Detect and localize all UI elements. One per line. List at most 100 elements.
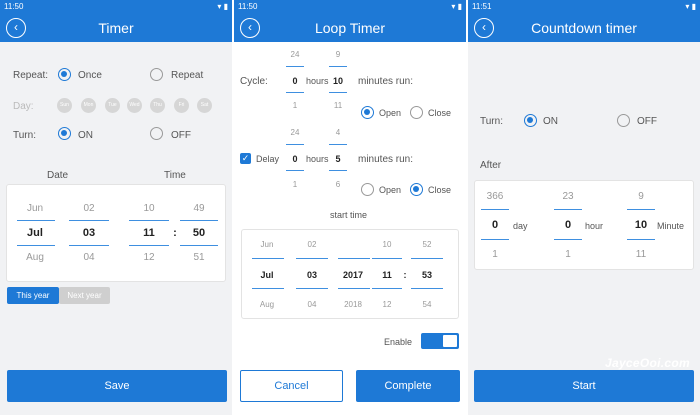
delay-hours-next: 1 [292,180,298,189]
day-fri[interactable]: Fri [174,98,189,113]
wheel-line [17,220,55,221]
wheel-line [329,92,347,93]
wheel-line [338,258,370,259]
back-arrow-icon[interactable]: ‹ [240,18,260,38]
date-time-picker[interactable]: Jun Jul Aug 02 03 04 10 11 12 : 49 50 51 [6,184,226,282]
cd-minute-selected[interactable]: 10 [625,219,657,231]
st-day-selected[interactable]: 03 [295,270,329,280]
wheel-line [286,92,304,93]
st-minute-selected[interactable]: 53 [410,270,444,280]
cancel-button[interactable]: Cancel [240,370,343,402]
day-tue[interactable]: Tue [105,98,120,113]
cycle-hours-selected[interactable]: 0 [284,76,306,86]
minute-selected[interactable]: 50 [177,227,221,239]
day-thu[interactable]: Thu [150,98,165,113]
enable-toggle[interactable] [421,333,459,349]
day-next: 04 [83,252,95,263]
st-year-next: 2018 [344,300,362,309]
day-sun[interactable]: Sun [57,98,72,113]
turn-on-radio[interactable] [524,114,537,127]
complete-button[interactable]: Complete [356,370,460,402]
day-wed[interactable]: Wed [127,98,142,113]
wheel-line [481,209,509,210]
day-selected[interactable]: 03 [67,227,111,239]
day-mon[interactable]: Mon [81,98,96,113]
cycle-minutes-selected[interactable]: 10 [327,76,349,86]
wheel-line [329,170,347,171]
delay-close-radio[interactable] [410,183,423,196]
start-time-picker[interactable]: Jun Jul Aug 02 03 04 2017 2018 10 11 12 … [241,229,459,319]
delay-open-radio[interactable] [361,183,374,196]
save-button[interactable]: Save [7,370,227,402]
start-button[interactable]: Start [474,370,694,402]
delay-hours-unit: hours [306,154,329,164]
wheel-line [252,258,284,259]
cd-day-unit: day [513,221,528,231]
turn-on-label: ON [543,116,558,127]
month-prev: Jun [26,203,44,214]
delay-hours-prev: 24 [290,128,300,137]
wheel-line [17,245,55,246]
signal-battery-icon: ▾ ▮ [217,2,228,11]
cycle-open-radio[interactable] [361,106,374,119]
delay-minutes-selected[interactable]: 5 [327,154,349,164]
month-selected[interactable]: Jul [13,227,57,239]
once-radio[interactable] [58,68,71,81]
st-minute-prev: 52 [422,240,432,249]
back-arrow-icon[interactable]: ‹ [6,18,26,38]
st-day-prev: 02 [307,240,317,249]
hour-selected[interactable]: 11 [127,227,171,239]
cd-day-selected[interactable]: 0 [479,219,511,231]
wheel-line [286,144,304,145]
turn-off-label: OFF [637,116,657,127]
turn-off-label: OFF [171,130,191,141]
cycle-close-radio[interactable] [410,106,423,119]
enable-label: Enable [384,337,413,347]
st-month-selected[interactable]: Jul [250,270,284,280]
countdown-picker[interactable]: 366 0 1 day 23 0 1 hour 9 10 11 Minute [474,180,694,270]
wheel-line [286,170,304,171]
repeat-label: Repeat: [13,70,49,81]
wheel-line [329,144,347,145]
time-label: Time [164,170,186,181]
delay-minutes-run-label: minutes run: [358,154,414,165]
back-arrow-icon[interactable]: ‹ [474,18,494,38]
hour-prev: 10 [143,203,155,214]
delay-checkbox-icon[interactable]: ✓ [240,153,251,164]
repeat-radio[interactable] [150,68,163,81]
turn-off-radio[interactable] [150,127,163,140]
st-colon: : [403,270,407,280]
wheel-line [286,66,304,67]
loop-timer-screen: 11:50 ▾ ▮ ‹ Loop Timer Cycle: 24 0 1 hour… [234,0,466,415]
header: ‹ Countdown timer [468,14,700,42]
wheel-line [372,258,402,259]
repeat-option-label: Repeat [171,70,204,81]
wheel-line [554,209,582,210]
delay-minutes-next: 6 [335,180,341,189]
turn-off-radio[interactable] [617,114,630,127]
wheel-line [129,220,169,221]
st-hour-selected[interactable]: 11 [370,270,404,280]
day-prev: 02 [83,203,95,214]
delay-hours-selected[interactable]: 0 [284,154,306,164]
next-year-button[interactable]: Next year [59,287,110,304]
wheel-line [180,245,218,246]
this-year-button[interactable]: This year [7,287,59,304]
page-title: Loop Timer [314,20,386,36]
turn-on-label: ON [78,130,93,141]
cd-hour-next: 1 [565,249,571,260]
page-title: Countdown timer [531,20,637,36]
cd-hour-unit: hour [585,221,604,231]
cycle-hours-prev: 24 [290,50,300,59]
cd-minute-unit: Minute [657,221,685,231]
st-year-selected[interactable]: 2017 [336,270,370,280]
turn-on-radio[interactable] [58,127,71,140]
delay-label: Delay [256,154,280,164]
cd-hour-prev: 23 [562,191,574,202]
status-time: 11:50 [238,2,258,11]
st-minute-next: 54 [422,300,432,309]
day-sat[interactable]: Sat [197,98,212,113]
signal-battery-icon: ▾ ▮ [451,2,462,11]
wheel-line [372,288,402,289]
cd-hour-selected[interactable]: 0 [552,219,584,231]
